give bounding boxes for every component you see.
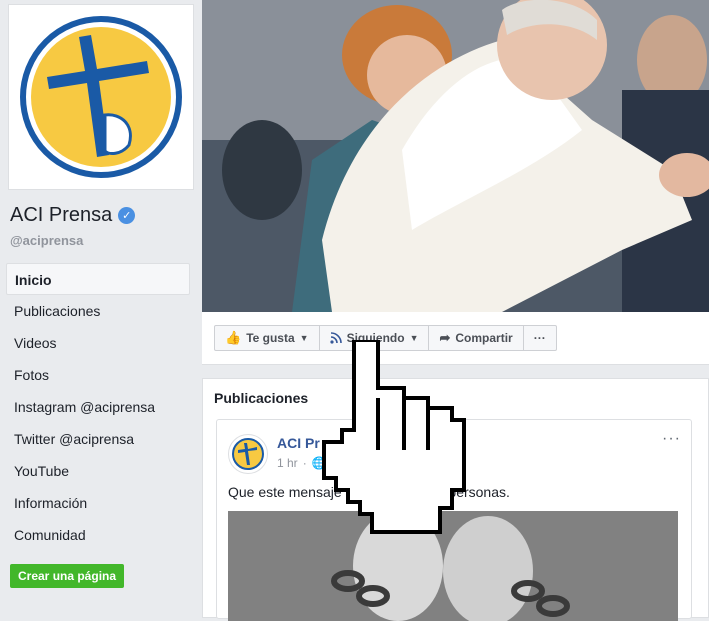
page-name-text: ACI Prensa bbox=[10, 204, 113, 226]
aci-prensa-logo bbox=[20, 16, 182, 178]
left-column: ACI Prensa ✓ @aciprensa Inicio Publicaci… bbox=[0, 0, 200, 611]
aci-prensa-logo-small bbox=[232, 438, 264, 470]
thumbs-up-icon: 👍 bbox=[225, 330, 242, 345]
cover-photo-image bbox=[202, 0, 709, 312]
create-page-button[interactable]: Crear una página bbox=[10, 564, 125, 588]
verified-check-icon: ✓ bbox=[118, 207, 136, 224]
chevron-down-icon: ▼ bbox=[299, 333, 309, 343]
nav-item-twitter[interactable]: Twitter @aciprensa bbox=[6, 423, 190, 455]
nav-item-informacion[interactable]: Información bbox=[6, 487, 190, 519]
nav-item-videos[interactable]: Videos bbox=[6, 327, 190, 359]
posts-title[interactable]: Publicaciones bbox=[214, 390, 308, 406]
nav-item-comunidad[interactable]: Comunidad bbox=[6, 519, 190, 551]
page-name[interactable]: ACI Prensa ✓ bbox=[10, 204, 136, 227]
more-label: ··· bbox=[533, 331, 546, 345]
nav-item-instagram[interactable]: Instagram @aciprensa bbox=[6, 391, 190, 423]
post-time[interactable]: 1 hr bbox=[277, 456, 298, 470]
more-options-button[interactable]: ··· bbox=[522, 325, 557, 351]
nav-item-inicio[interactable]: Inicio bbox=[6, 263, 190, 295]
page-handle: @aciprensa bbox=[10, 233, 84, 248]
hand-pointer-cursor-icon bbox=[322, 340, 466, 534]
like-button[interactable]: 👍 Te gusta ▼ bbox=[214, 325, 320, 351]
post-author[interactable]: ACI Pr bbox=[277, 435, 320, 451]
post-options-button[interactable]: ··· bbox=[662, 430, 681, 448]
profile-picture[interactable] bbox=[8, 4, 194, 190]
like-label: Te gusta bbox=[246, 331, 295, 345]
dot-separator: · bbox=[302, 456, 307, 470]
post-avatar[interactable] bbox=[228, 434, 268, 474]
page-nav: Inicio Publicaciones Videos Fotos Instag… bbox=[6, 263, 190, 551]
nav-item-fotos[interactable]: Fotos bbox=[6, 359, 190, 391]
nav-item-publicaciones[interactable]: Publicaciones bbox=[6, 295, 190, 327]
cover-photo[interactable] bbox=[202, 0, 709, 312]
nav-item-youtube[interactable]: YouTube bbox=[6, 455, 190, 487]
